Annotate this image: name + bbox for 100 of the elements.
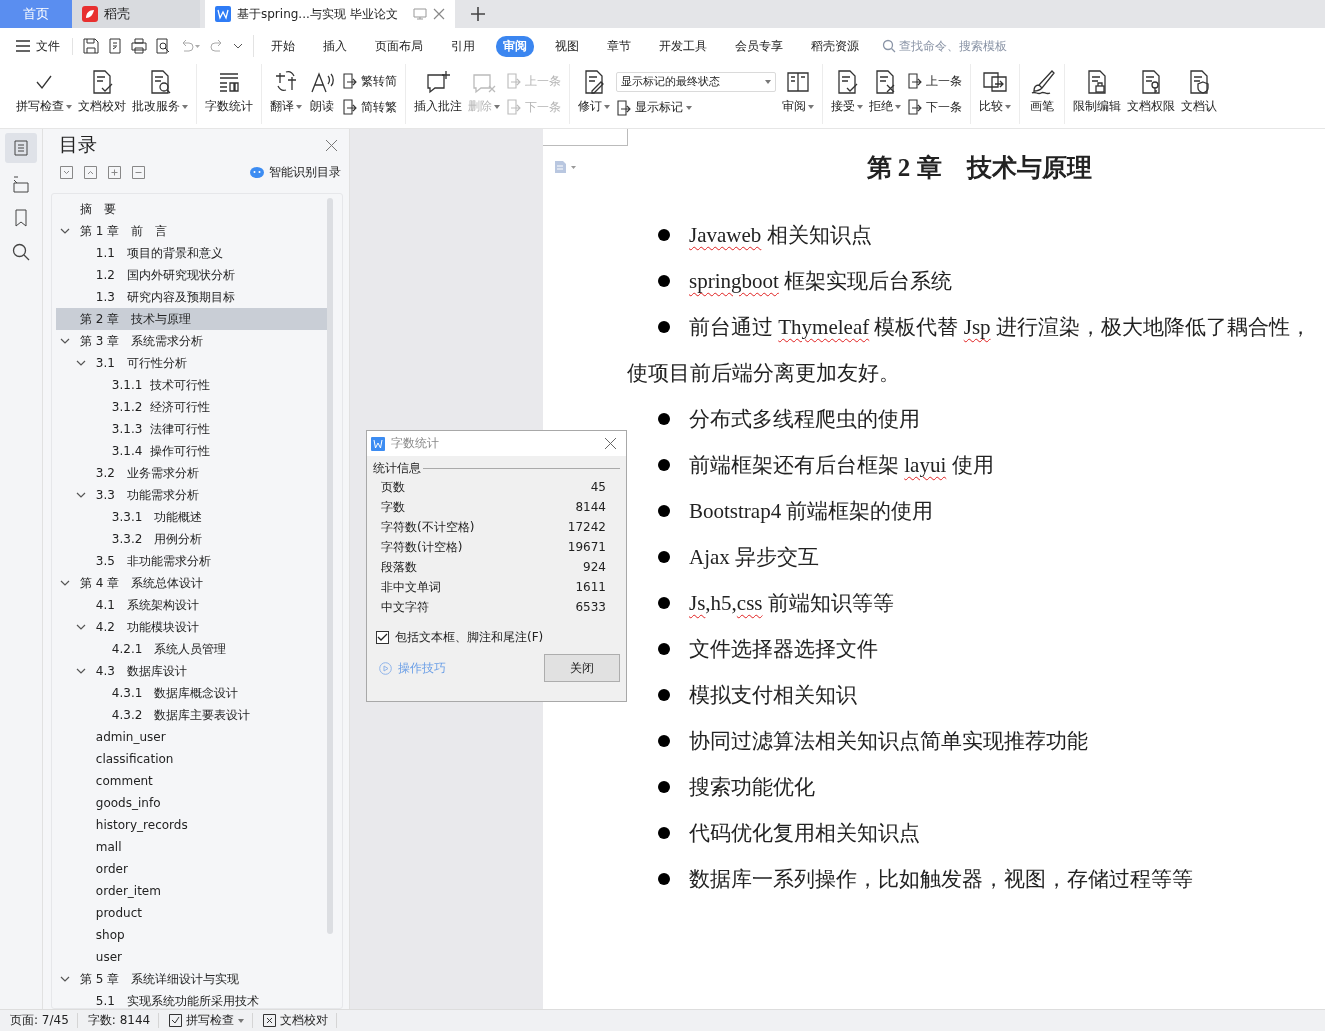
- chevron-icon[interactable]: [76, 624, 86, 630]
- toc-item[interactable]: order_item: [56, 880, 331, 902]
- spell-check-button[interactable]: 拼写检查: [159, 1013, 254, 1028]
- toc-item[interactable]: user: [56, 946, 331, 968]
- proofread-button[interactable]: 文档校对: [253, 1013, 338, 1028]
- chevron-icon[interactable]: [60, 338, 70, 344]
- toc-item[interactable]: 第 5 章 系统详细设计与实现: [56, 968, 331, 990]
- bookmark-icon[interactable]: [14, 209, 28, 227]
- toc-item[interactable]: product: [56, 902, 331, 924]
- toolbar-button[interactable]: 限制编辑: [1073, 68, 1121, 124]
- toc-item[interactable]: 5.1 实现系统功能所采用技术: [56, 990, 331, 1008]
- ribbon-tab[interactable]: 页面布局: [368, 35, 430, 57]
- toolbar-button[interactable]: 拼写检查: [16, 68, 72, 124]
- ribbon-tab[interactable]: 稻壳资源: [804, 35, 866, 57]
- toolbar-button[interactable]: 下一条: [907, 98, 962, 116]
- toc-item[interactable]: order: [56, 858, 331, 880]
- scrollbar[interactable]: [327, 198, 333, 934]
- ribbon-tab[interactable]: 审阅: [496, 35, 534, 57]
- toc-item[interactable]: 3.3 功能需求分析: [56, 484, 331, 506]
- toc-item[interactable]: 4.3.1 数据库概念设计: [56, 682, 331, 704]
- toolbar-button[interactable]: 上一条: [907, 72, 962, 90]
- outline-icon[interactable]: [12, 175, 30, 193]
- ribbon-tab[interactable]: 开始: [264, 35, 302, 57]
- markup-dropdown[interactable]: 显示标记的最终状态: [616, 71, 776, 92]
- toc-item[interactable]: 第 4 章 系统总体设计: [56, 572, 331, 594]
- toolbar-button[interactable]: 批改服务: [132, 68, 188, 124]
- toc-item[interactable]: 3.1.2 经济可行性: [56, 396, 331, 418]
- toolbar-button[interactable]: 字数统计: [205, 68, 253, 124]
- toc-item[interactable]: 4.3 数据库设计: [56, 660, 331, 682]
- toc-item[interactable]: mall: [56, 836, 331, 858]
- plus-icon[interactable]: [471, 7, 485, 21]
- toc-item[interactable]: 1.2 国内外研究现状分析: [56, 264, 331, 286]
- close-button[interactable]: 关闭: [544, 654, 620, 682]
- toc-item[interactable]: 1.3 研究内容及预期目标: [56, 286, 331, 308]
- ribbon-tab[interactable]: 章节: [600, 35, 638, 57]
- toolbar-button[interactable]: 插入批注: [414, 68, 462, 124]
- toc-item[interactable]: 3.1 可行性分析: [56, 352, 331, 374]
- toc-item[interactable]: 3.3.2 用例分析: [56, 528, 331, 550]
- toc-item[interactable]: classification: [56, 748, 331, 770]
- smart-toc-button[interactable]: 智能识别目录: [250, 163, 341, 181]
- toolbar-button[interactable]: 审阅: [782, 68, 814, 124]
- ribbon-tab[interactable]: 视图: [548, 35, 586, 57]
- toc-item[interactable]: 3.3.1 功能概述: [56, 506, 331, 528]
- export-document-icon[interactable]: [107, 38, 123, 54]
- toc-item[interactable]: shop: [56, 924, 331, 946]
- print-preview-icon[interactable]: [155, 38, 171, 54]
- expand-down-icon[interactable]: [60, 165, 73, 179]
- ribbon-tab[interactable]: 引用: [444, 35, 482, 57]
- toolbar-button[interactable]: 画笔: [1028, 68, 1056, 124]
- close-icon[interactable]: [326, 139, 337, 151]
- toolbar-button[interactable]: 文档校对: [78, 68, 126, 124]
- toc-item[interactable]: 4.3.2 数据库主要表设计: [56, 704, 331, 726]
- toolbar-button[interactable]: 接受: [831, 68, 863, 124]
- document-tab[interactable]: 稻壳: [72, 0, 200, 28]
- toc-item[interactable]: 第 3 章 系统需求分析: [56, 330, 331, 352]
- toc-item[interactable]: 第 1 章 前 言: [56, 220, 331, 242]
- toc-item[interactable]: 3.1.4 操作可行性: [56, 440, 331, 462]
- close-icon[interactable]: [605, 438, 616, 449]
- toc-item[interactable]: 4.2 功能模块设计: [56, 616, 331, 638]
- toolbar-button[interactable]: 文档权限: [1127, 68, 1175, 124]
- ribbon-tab[interactable]: 会员专享: [728, 35, 790, 57]
- toc-item[interactable]: goods_info: [56, 792, 331, 814]
- toc-item[interactable]: 4.1 系统架构设计: [56, 594, 331, 616]
- toolbar-button[interactable]: 简转繁: [342, 98, 397, 116]
- toolbar-button[interactable]: 朗读: [308, 68, 336, 124]
- search-icon[interactable]: [12, 243, 30, 261]
- collapse-up-icon[interactable]: [84, 165, 97, 179]
- search-icon: [882, 39, 896, 53]
- toolbar-button[interactable]: 文档认: [1181, 68, 1217, 124]
- toc-item[interactable]: 3.2 业务需求分析: [56, 462, 331, 484]
- chevron-icon[interactable]: [60, 580, 70, 586]
- toc-item[interactable]: comment: [56, 770, 331, 792]
- toc-item[interactable]: 3.1.1 技术可行性: [56, 374, 331, 396]
- ribbon-tab[interactable]: 插入: [316, 35, 354, 57]
- toolbar-button[interactable]: 翻译: [270, 68, 302, 124]
- close-icon[interactable]: [433, 8, 445, 20]
- toolbar-button[interactable]: 比较: [979, 68, 1011, 124]
- toc-item[interactable]: admin_user: [56, 726, 331, 748]
- save-icon[interactable]: [83, 38, 99, 54]
- toc-item[interactable]: 3.1.3 法律可行性: [56, 418, 331, 440]
- toc-item[interactable]: 4.2.1 系统人员管理: [56, 638, 331, 660]
- chevron-icon[interactable]: [60, 976, 70, 982]
- toolbar-button[interactable]: 拒绝: [869, 68, 901, 124]
- chevron-icon[interactable]: [76, 492, 86, 498]
- ribbon-tab[interactable]: 开发工具: [652, 35, 714, 57]
- chevron-icon[interactable]: [76, 360, 86, 366]
- include-checkbox[interactable]: 包括文本框、脚注和尾注(F): [376, 629, 544, 646]
- toolbar-button[interactable]: 修订: [578, 68, 610, 124]
- chevron-icon[interactable]: [60, 228, 70, 234]
- toc-item[interactable]: 摘 要: [56, 198, 331, 220]
- toc-item[interactable]: history_records: [56, 814, 331, 836]
- file-menu[interactable]: 文件: [0, 37, 73, 55]
- chevron-down-icon[interactable]: [233, 42, 243, 50]
- toc-item[interactable]: 1.1 项目的背景和意义: [56, 242, 331, 264]
- toolbar-button[interactable]: 显示标记: [616, 99, 776, 117]
- chevron-icon[interactable]: [76, 668, 86, 674]
- print-icon[interactable]: [131, 38, 147, 54]
- document-tab[interactable]: 基于spring...与实现 毕业论文: [205, 0, 455, 28]
- toolbar-button[interactable]: 繁转简: [342, 72, 397, 90]
- toc-item[interactable]: 3.5 非功能需求分析: [56, 550, 331, 572]
